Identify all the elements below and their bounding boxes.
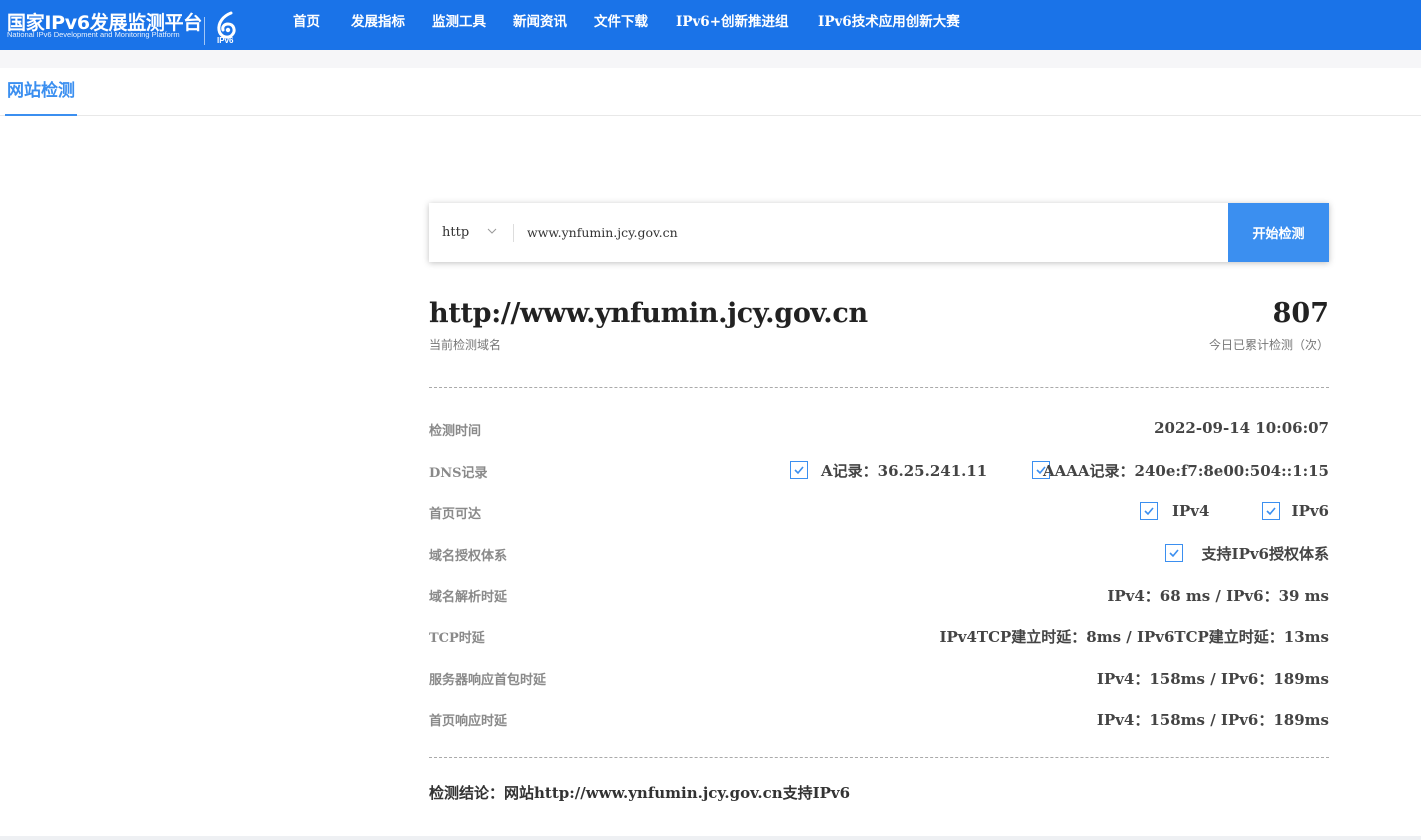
protocol-select[interactable]: http <box>442 203 469 262</box>
tab-strip: 网站检测 <box>0 68 1421 116</box>
checked-domain: http://www.ynfumin.jcy.gov.cn <box>429 298 868 329</box>
start-check-button[interactable]: 开始检测 <box>1228 203 1329 262</box>
nav-ipv6-plus-group[interactable]: IPv6+创新推进组 <box>676 0 789 50</box>
row-value-check-time: 2022-09-14 10:06:07 <box>1154 419 1329 437</box>
row-value-dns-resolve-latency: IPv4：68 ms / IPv6：39 ms <box>1107 587 1329 605</box>
footer-band <box>0 836 1421 840</box>
row-value-tcp-latency: IPv4TCP建立时延：8ms / IPv6TCP建立时延：13ms <box>939 628 1329 646</box>
today-check-count: 807 <box>1272 298 1329 329</box>
ipv6-logo-text: IPv6 <box>217 36 234 45</box>
tab-website-check[interactable]: 网站检测 <box>5 68 77 116</box>
divider-bottom <box>429 757 1329 758</box>
check-conclusion: 检测结论：网站http://www.ynfumin.jcy.gov.cn支持IP… <box>429 784 851 802</box>
row-label-dns: DNS记录 <box>429 466 488 481</box>
row-label-homepage-reachable: 首页可达 <box>429 507 482 522</box>
dns-aaaa-record: AAAA记录：240e:f7:8e00:504::1:15 <box>1043 462 1329 480</box>
today-check-count-caption: 今日已累计检测（次） <box>1208 338 1329 352</box>
row-label-first-packet-latency: 服务器响应首包时延 <box>429 673 547 688</box>
search-bar: http 开始检测 <box>429 203 1329 262</box>
checked-domain-caption: 当前检测域名 <box>429 338 502 352</box>
row-label-homepage-latency: 首页响应时延 <box>429 714 508 729</box>
check-icon <box>1262 502 1280 520</box>
domain-authorization-value: 支持IPv6授权体系 <box>1201 545 1329 563</box>
top-navigation-bar: 国家IPv6发展监测平台 National IPv6 Development a… <box>0 0 1421 50</box>
dns-a-record: A记录：36.25.241.11 <box>821 462 988 480</box>
check-icon <box>1140 502 1158 520</box>
check-icon <box>790 461 808 479</box>
nav-news[interactable]: 新闻资讯 <box>513 0 567 50</box>
row-label-domain-authorization: 域名授权体系 <box>429 549 508 564</box>
chevron-down-icon[interactable] <box>487 226 497 236</box>
check-icon <box>1165 544 1183 562</box>
row-value-homepage-latency: IPv4：158ms / IPv6：189ms <box>1096 711 1329 729</box>
nav-monitoring-tools[interactable]: 监测工具 <box>432 0 486 50</box>
nav-development-indicators[interactable]: 发展指标 <box>351 0 405 50</box>
row-value-first-packet-latency: IPv4：158ms / IPv6：189ms <box>1096 670 1329 688</box>
search-divider <box>513 224 514 242</box>
nav-downloads[interactable]: 文件下载 <box>594 0 648 50</box>
brand-divider <box>204 17 205 45</box>
row-label-check-time: 检测时间 <box>429 424 482 439</box>
row-label-dns-resolve-latency: 域名解析时延 <box>429 590 508 605</box>
reachable-ipv4: IPv4 <box>1172 502 1210 520</box>
reachable-ipv6: IPv6 <box>1291 502 1329 520</box>
nav-home[interactable]: 首页 <box>293 0 320 50</box>
row-label-tcp-latency: TCP时延 <box>429 631 485 646</box>
url-input[interactable] <box>527 203 1217 262</box>
divider-top <box>429 387 1329 388</box>
brand-subtitle: National IPv6 Development and Monitoring… <box>7 30 180 39</box>
nav-ipv6-competition[interactable]: IPv6技术应用创新大赛 <box>818 0 960 50</box>
